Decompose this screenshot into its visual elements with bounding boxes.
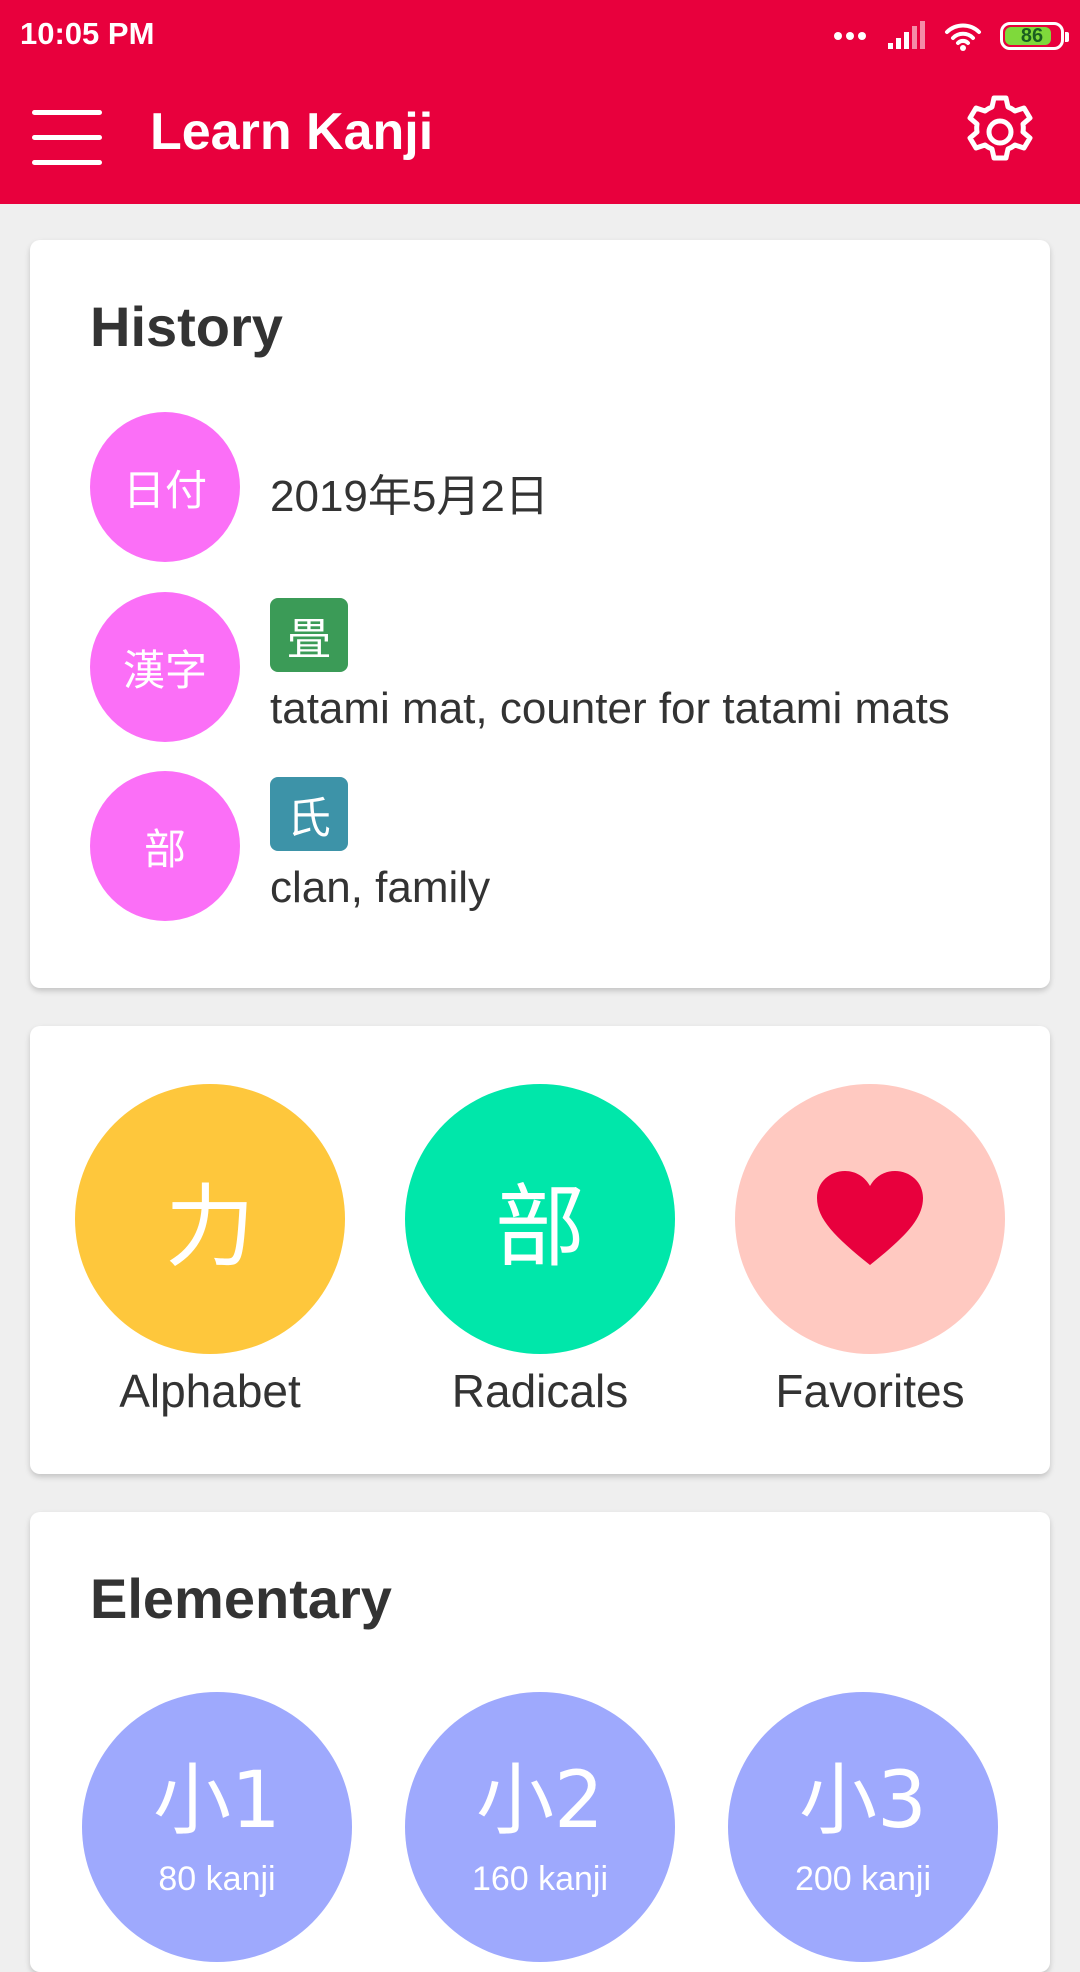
shortcuts-card: 力 Alphabet 部 Radicals Favorites (30, 1026, 1050, 1474)
favorites-label: Favorites (775, 1365, 965, 1417)
grade-count: 80 kanji (158, 1860, 276, 1898)
alphabet-button[interactable]: 力 Alphabet (75, 1084, 345, 1418)
history-card: History 日付 2019年5月2日 漢字 畳 tatami mat, co… (30, 240, 1050, 988)
history-circle: 日付 (90, 412, 240, 562)
gear-icon (967, 95, 1033, 161)
more-dots-icon (834, 32, 866, 40)
hamburger-line (32, 160, 102, 165)
alphabet-circle: 力 (75, 1084, 345, 1354)
favorites-circle (735, 1084, 1005, 1354)
battery-icon: 86 (1000, 22, 1069, 50)
radicals-button[interactable]: 部 Radicals (405, 1084, 675, 1418)
grade-3-button[interactable]: 小3 200 kanji (728, 1692, 998, 1962)
battery-level: 86 (1020, 24, 1044, 47)
radical-badge: 氏 (270, 777, 348, 851)
radicals-circle: 部 (405, 1084, 675, 1354)
settings-button[interactable] (960, 92, 1040, 172)
grade-label: 小3 (799, 1756, 927, 1846)
kanji-badge: 畳 (270, 598, 348, 672)
history-item-text: 2019年5月2日 (270, 472, 549, 521)
app-bar: Learn Kanji (0, 74, 1080, 204)
app-title: Learn Kanji (150, 103, 434, 161)
history-item-date[interactable]: 日付 2019年5月2日 (90, 412, 1010, 562)
hamburger-line (32, 135, 102, 140)
wifi-icon (945, 23, 981, 51)
history-item-kanji[interactable]: 漢字 畳 tatami mat, counter for tatami mats (90, 592, 1010, 742)
grade-2-button[interactable]: 小2 160 kanji (405, 1692, 675, 1962)
hamburger-menu-icon (32, 110, 102, 115)
menu-button[interactable] (30, 102, 104, 176)
alphabet-label: Alphabet (119, 1365, 301, 1417)
status-bar: 10:05 PM 86 (0, 0, 1080, 74)
grade-count: 160 kanji (471, 1860, 609, 1898)
radicals-label: Radicals (451, 1365, 629, 1417)
grade-count: 200 kanji (794, 1860, 932, 1898)
grade-1-button[interactable]: 小1 80 kanji (82, 1692, 352, 1962)
status-icons: 86 (832, 18, 1069, 54)
grade-label: 小2 (476, 1756, 604, 1846)
grade-label: 小1 (153, 1756, 281, 1846)
history-item-text: clan, family (270, 863, 491, 912)
favorites-button[interactable]: Favorites (735, 1084, 1005, 1418)
history-item-radical[interactable]: 部 氏 clan, family (90, 771, 1010, 921)
elementary-title: Elementary (90, 1567, 392, 1630)
elementary-card: Elementary 小1 80 kanji 小2 160 kanji 小3 2… (30, 1512, 1050, 1972)
history-circle: 漢字 (90, 592, 240, 742)
history-item-text: tatami mat, counter for tatami mats (270, 684, 950, 733)
history-title: History (90, 295, 283, 358)
cell-signal-icon (888, 21, 925, 49)
history-circle: 部 (90, 771, 240, 921)
status-time: 10:05 PM (20, 16, 155, 51)
heart-icon (817, 1171, 923, 1265)
